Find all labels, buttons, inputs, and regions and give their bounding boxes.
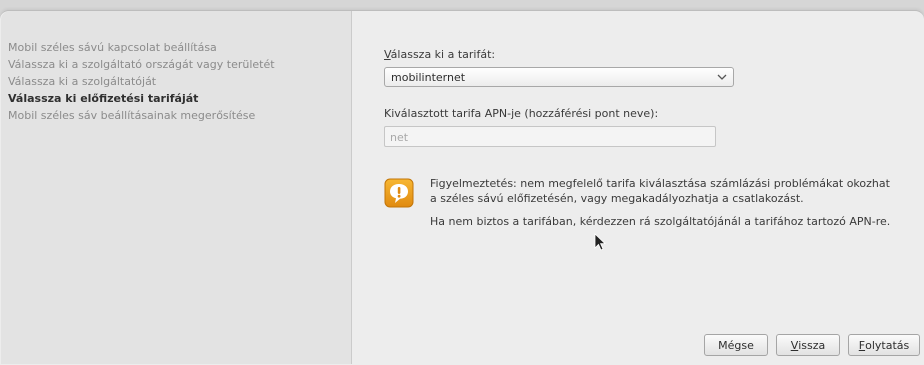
back-button[interactable]: Vissza — [776, 334, 840, 356]
chevron-down-icon — [717, 69, 727, 88]
plan-combobox-value: mobilinternet — [391, 71, 466, 84]
mouse-pointer-icon — [594, 233, 608, 253]
wizard-sidebar: Mobil széles sávú kapcsolat beállítása V… — [1, 11, 352, 364]
apn-field[interactable]: net — [384, 126, 716, 147]
warning-text-line3: Ha nem biztos a tarifában, kérdezzen rá … — [430, 215, 891, 228]
sidebar-step-country: Válassza ki a szolgáltató országát vagy … — [8, 58, 275, 71]
cancel-button[interactable]: Mégse — [704, 334, 768, 356]
sidebar-step-intro: Mobil széles sávú kapcsolat beállítása — [8, 41, 217, 54]
sidebar-step-plan: Válassza ki előfizetési tarifáját — [8, 92, 199, 105]
plan-label: Válassza ki a tarifát: — [384, 48, 496, 61]
sidebar-step-confirm: Mobil széles sáv beállításainak megerősí… — [8, 109, 256, 122]
warning-icon — [384, 178, 414, 208]
warning-text-line1: Figyelmeztetés: nem megfelelő tarifa kiv… — [430, 177, 890, 190]
continue-button[interactable]: Folytatás — [848, 334, 920, 356]
plan-combobox[interactable]: mobilinternet — [384, 67, 734, 87]
apn-label: Kiválasztott tarifa APN-je (hozzáférési … — [384, 107, 659, 120]
apn-field-value: net — [390, 131, 409, 144]
sidebar-step-provider: Válassza ki a szolgáltatóját — [8, 75, 157, 88]
warning-text-line2: a széles sávú előfizetésén, vagy megakad… — [430, 192, 804, 205]
